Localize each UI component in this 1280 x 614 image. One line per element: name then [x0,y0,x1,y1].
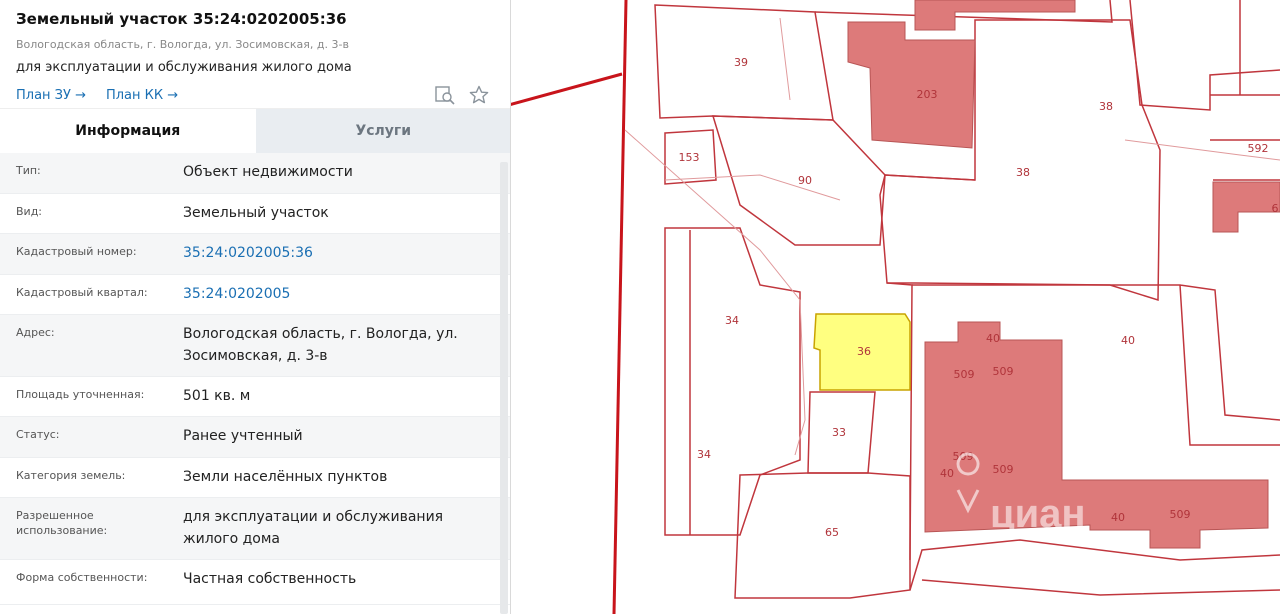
row-value: Вологодская область, г. Вологда, ул. Зос… [183,326,458,364]
row-label: Форма собственности: [16,571,148,584]
map-label: 40 [940,467,954,480]
map-label: 592 [1248,142,1269,155]
map-label: 90 [798,174,812,187]
map-label: 40 [1121,334,1135,347]
tab-info[interactable]: Информация [0,109,256,153]
map-label: 34 [725,314,739,327]
table-row: Вид: Земельный участок [0,194,511,234]
map-label: 65 [825,526,839,539]
row-label: Кадастровый номер: [16,245,137,258]
table-row: Площадь уточненная: 501 кв. м [0,377,511,417]
map-label: 40 [986,332,1000,345]
row-label: Тип: [16,164,41,177]
row-label: Категория земель: [16,469,126,482]
row-label: Разрешенное использование: [16,509,108,537]
row-value: Ранее учтенный [183,428,303,444]
row-value: Земельный участок [183,205,329,221]
map-label: 153 [679,151,700,164]
row-label: Площадь уточненная: [16,388,145,401]
map-label: 203 [917,88,938,101]
panel-header: Земельный участок 35:24:0202005:36 Волог… [0,0,511,108]
map-label: 34 [697,448,711,461]
map-label: 38 [1099,100,1113,113]
row-value: Частная собственность [183,571,357,587]
table-row: Разрешенное использование: для эксплуата… [0,498,511,560]
watermark: циан [990,492,1086,536]
info-panel: Земельный участок 35:24:0202005:36 Волог… [0,0,511,614]
map-label: 36 [857,345,871,358]
map-label: 33 [832,426,846,439]
map-label: 509 [954,368,975,381]
info-table: Тип: Объект недвижимости Вид: Земельный … [0,153,511,605]
table-row: Кадастровый квартал: 35:24:0202005 [0,275,511,315]
table-row: Кадастровый номер: 35:24:0202005:36 [0,234,511,275]
table-row: Адрес: Вологодская область, г. Вологда, … [0,315,511,377]
row-value: Объект недвижимости [183,164,353,180]
map-label: 39 [734,56,748,69]
search-map-icon[interactable] [435,85,455,105]
map-label: 509 [993,365,1014,378]
tab-services[interactable]: Услуги [255,109,511,153]
table-row: Форма собственности: Частная собственнос… [0,560,511,605]
row-value: для эксплуатации и обслуживания жилого д… [183,509,444,547]
plan-zu-link[interactable]: План ЗУ → [16,88,86,103]
map-label: 38 [1016,166,1030,179]
page-title: Земельный участок 35:24:0202005:36 [16,10,347,28]
row-label: Кадастровый квартал: [16,286,148,299]
tab-bar: Информация Услуги [0,108,511,153]
row-label: Адрес: [16,326,55,339]
map-label: 40 [1111,511,1125,524]
map-label: 509 [1170,508,1191,521]
cadastral-number-link[interactable]: 35:24:0202005:36 [168,234,511,274]
header-tools [435,85,489,105]
row-label: Статус: [16,428,60,441]
plan-links: План ЗУ → План КК → [16,85,495,105]
row-label: Вид: [16,205,43,218]
table-row: Статус: Ранее учтенный [0,417,511,458]
plan-kk-link[interactable]: План КК → [106,88,178,103]
row-value: Земли населённых пунктов [183,469,388,485]
cadastral-quarter-link[interactable]: 35:24:0202005 [168,275,511,314]
star-icon[interactable] [469,85,489,105]
purpose-text: для эксплуатации и обслуживания жилого д… [16,60,352,75]
scrollbar[interactable] [500,162,508,614]
table-row: Тип: Объект недвижимости [0,153,511,194]
panel-divider [510,0,511,614]
row-value: 501 кв. м [183,388,251,404]
map-label: 6 [1272,202,1279,215]
map-label: 509 [993,463,1014,476]
table-row: Категория земель: Земли населённых пункт… [0,458,511,498]
address-subtitle: Вологодская область, г. Вологда, ул. Зос… [16,38,349,51]
